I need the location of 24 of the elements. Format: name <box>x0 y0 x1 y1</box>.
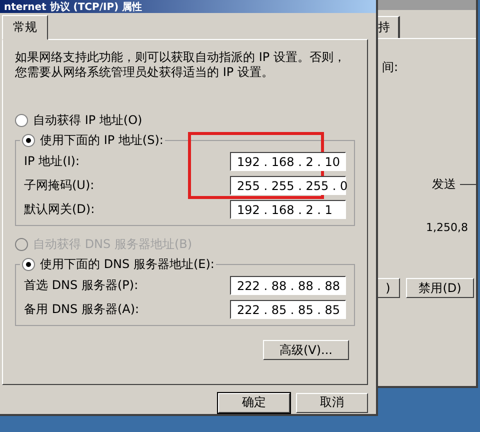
sent-label: 发送 <box>432 176 456 193</box>
tab[interactable]: 常规 <box>2 15 48 40</box>
ip-address-field[interactable]: 222 . 85 . 85 . 85 <box>230 300 346 319</box>
ip-address-field[interactable]: 192 . 168 . 2 . 1 <box>230 200 346 219</box>
sent-value: 1,250,8 <box>426 221 469 234</box>
button[interactable]: 禁用(D) <box>406 278 474 298</box>
advanced-button[interactable]: 高级(V)... <box>263 340 349 360</box>
intro-text: 如果网络支持此功能，则可以获取自动指派的 IP 设置。否则，您需要从网络系统管理员处获得适当的 IP 设置。 <box>15 50 346 80</box>
radio-option[interactable]: 自动获得 IP 地址(O) <box>15 110 355 130</box>
ip-address-field[interactable]: 255 . 255 . 255 . 0 <box>230 176 346 195</box>
button[interactable]: ) <box>376 278 400 298</box>
radio-option[interactable]: 使用下面的 DNS 服务器地址(E): <box>22 254 214 274</box>
radio-option[interactable]: 使用下面的 IP 地址(S): <box>22 130 164 150</box>
cancel-button[interactable]: 取消 <box>296 392 368 412</box>
window-title: nternet 协议 (TCP/IP) 属性 <box>4 0 142 14</box>
field-label: 默认网关(D): <box>24 201 95 218</box>
field-label: 备用 DNS 服务器(A): <box>24 301 140 318</box>
label: 间: <box>382 59 400 76</box>
ip-address-field[interactable]: 192 . 168 . 2 . 10 <box>230 152 346 171</box>
ip-address-field[interactable]: 222 . 88 . 88 . 88 <box>230 276 346 295</box>
field-label: IP 地址(I): <box>24 153 80 170</box>
field-label: 首选 DNS 服务器(P): <box>24 277 138 294</box>
field-label: 子网掩码(U): <box>24 177 94 194</box>
ok-button[interactable]: 确定 <box>218 392 290 412</box>
